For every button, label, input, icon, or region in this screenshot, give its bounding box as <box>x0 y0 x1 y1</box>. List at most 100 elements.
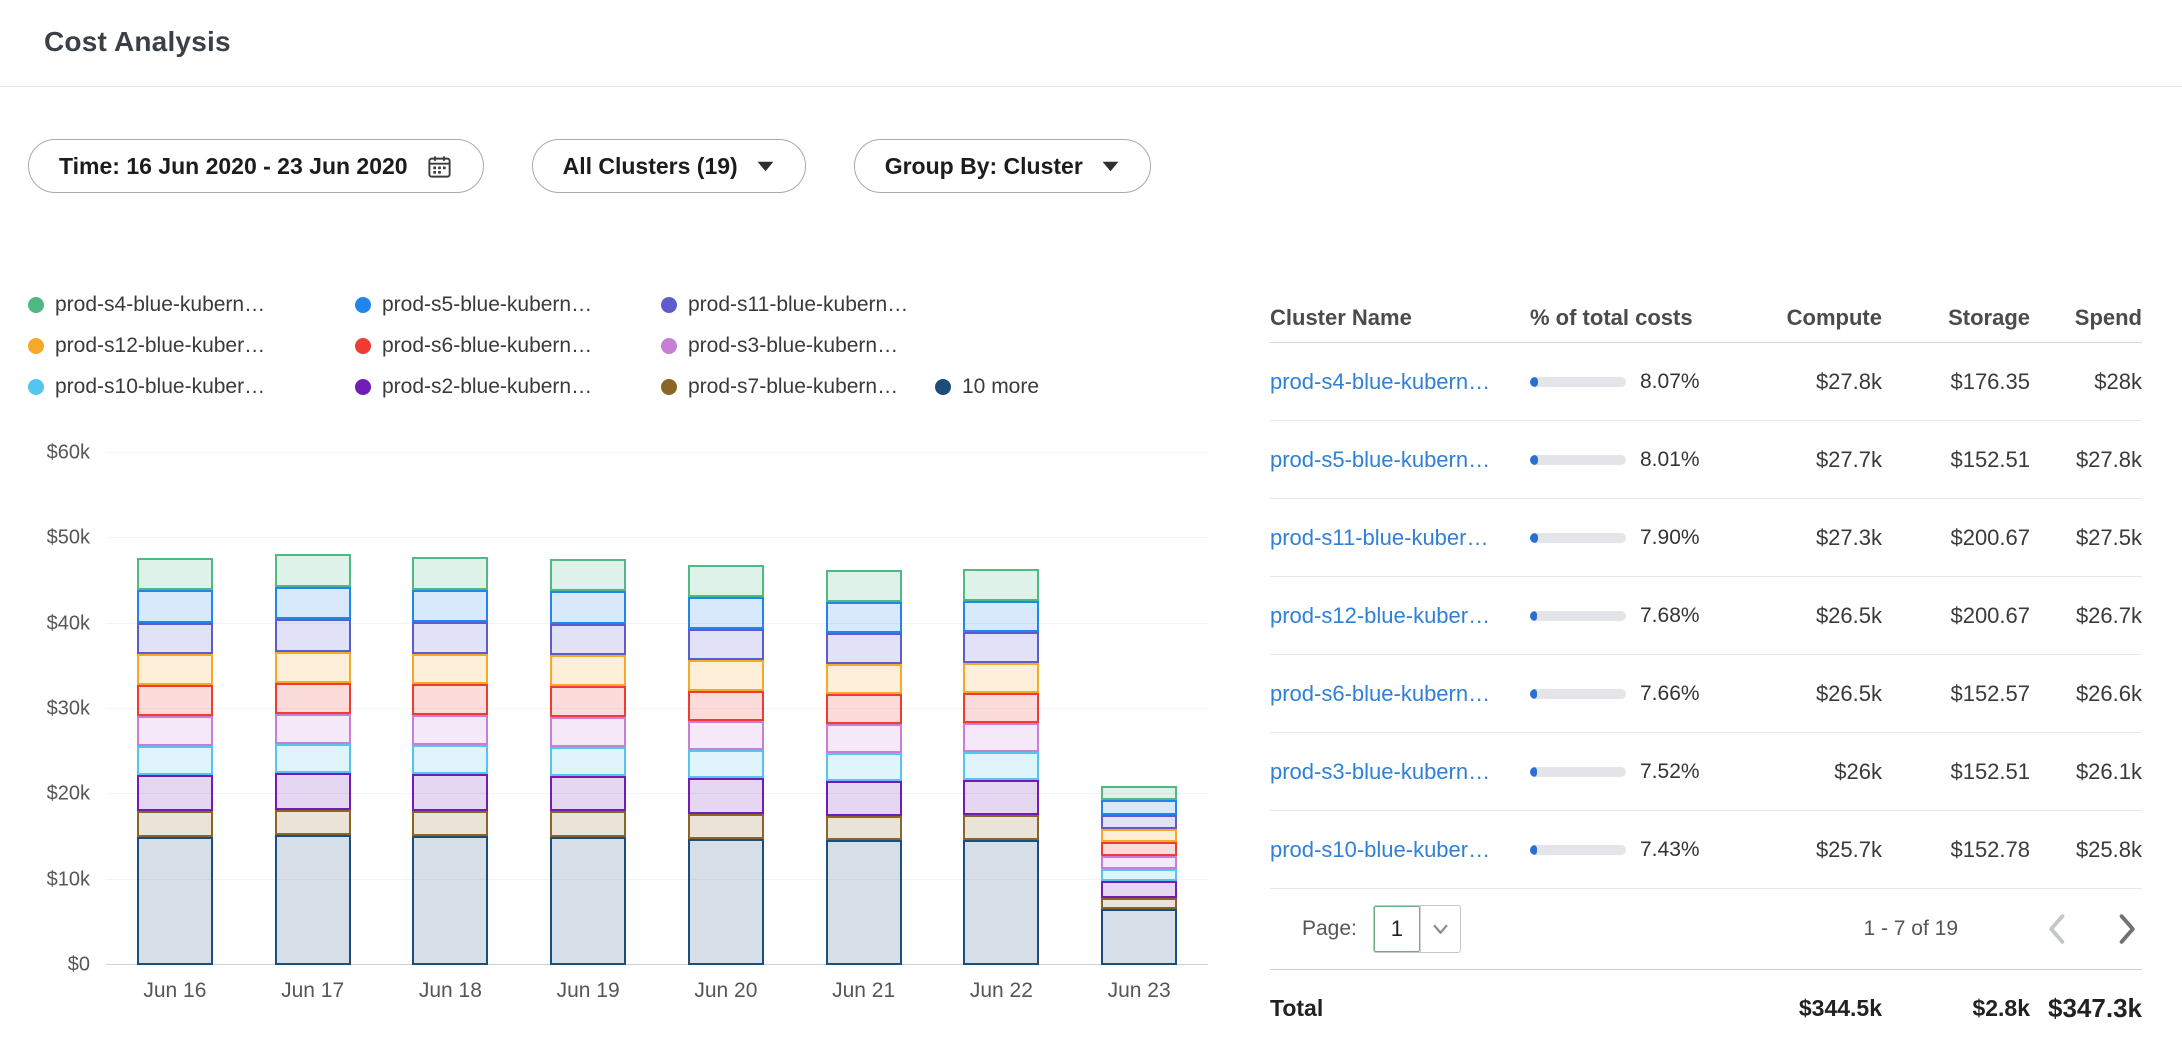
bar-segment <box>412 557 488 589</box>
chart-bars <box>106 453 1208 965</box>
bar-segment <box>963 663 1039 693</box>
bar-segment <box>688 597 764 629</box>
y-tick-label: $60k <box>47 442 90 465</box>
compute-value: $27.7k <box>1776 447 1882 473</box>
bar-jun-18[interactable] <box>382 453 520 965</box>
bar-segment <box>412 745 488 774</box>
table-row[interactable]: prod-s10-blue-kuber… 7.43% $25.7k $152.7… <box>1270 811 2142 889</box>
legend-label: prod-s10-blue-kuber… <box>55 375 265 399</box>
chart-section: prod-s4-blue-kubern… prod-s5-blue-kubern… <box>28 293 1208 1047</box>
column-header-pct: % of total costs <box>1530 305 1776 331</box>
clusters-filter-label: All Clusters (19) <box>563 153 738 180</box>
legend-label: prod-s7-blue-kubern… <box>688 375 898 399</box>
bar-segment <box>826 570 902 602</box>
cluster-link[interactable]: prod-s3-blue-kubern… <box>1270 759 1530 785</box>
legend-swatch <box>28 379 44 395</box>
pct-value: 7.68% <box>1640 604 1700 628</box>
bar-jun-21[interactable] <box>795 453 933 965</box>
bar-segment <box>550 811 626 837</box>
legend-item[interactable]: prod-s2-blue-kubern… <box>355 375 661 399</box>
bar-segment <box>1101 856 1177 869</box>
bar-segment <box>1101 869 1177 882</box>
pct-bar-fill <box>1530 377 1538 387</box>
legend-item[interactable]: prod-s10-blue-kuber… <box>28 375 355 399</box>
pct-value: 7.52% <box>1640 760 1700 784</box>
legend-item[interactable]: prod-s6-blue-kubern… <box>355 334 661 358</box>
bar-segment <box>137 685 213 716</box>
bar-segment <box>275 587 351 619</box>
filter-bar: Time: 16 Jun 2020 - 23 Jun 2020 <box>28 139 2182 193</box>
table-total-row: Total $344.5k $2.8k $347.3k <box>1270 969 2142 1047</box>
bar-segment <box>550 686 626 717</box>
bar-segment <box>1101 842 1177 856</box>
storage-value: $176.35 <box>1882 369 2030 395</box>
cluster-link[interactable]: prod-s4-blue-kubern… <box>1270 369 1530 395</box>
legend-label: prod-s5-blue-kubern… <box>382 293 592 317</box>
bar-jun-16[interactable] <box>106 453 244 965</box>
x-tick-label: Jun 23 <box>1070 979 1208 1003</box>
legend-label: prod-s6-blue-kubern… <box>382 334 592 358</box>
cluster-link[interactable]: prod-s10-blue-kuber… <box>1270 837 1530 863</box>
page: Cost Analysis Time: 16 Jun 2020 - 23 Jun… <box>0 0 2182 1047</box>
calendar-icon <box>426 153 453 180</box>
legend-item[interactable]: prod-s5-blue-kubern… <box>355 293 661 317</box>
table-row[interactable]: prod-s5-blue-kubern… 8.01% $27.7k $152.5… <box>1270 421 2142 499</box>
legend-item[interactable]: prod-s12-blue-kuber… <box>28 334 355 358</box>
page-select[interactable]: 1 <box>1373 905 1461 953</box>
legend-label: prod-s4-blue-kubern… <box>55 293 265 317</box>
previous-page-button[interactable] <box>2046 913 2066 945</box>
legend-label: prod-s11-blue-kubern… <box>688 293 908 317</box>
total-label: Total <box>1270 995 1530 1022</box>
cluster-link[interactable]: prod-s12-blue-kuber… <box>1270 603 1530 629</box>
bar-jun-19[interactable] <box>519 453 657 965</box>
bar-jun-22[interactable] <box>933 453 1071 965</box>
legend-item[interactable]: prod-s4-blue-kubern… <box>28 293 355 317</box>
legend-item[interactable]: prod-s3-blue-kubern… <box>661 334 935 358</box>
total-spend: $347.3k <box>2030 993 2142 1024</box>
bar-segment <box>1101 800 1177 815</box>
legend-item-more[interactable]: 10 more <box>935 375 1039 399</box>
bar-segment <box>1101 909 1177 965</box>
spend-value: $26.1k <box>2030 759 2142 785</box>
pct-bar <box>1530 377 1626 387</box>
table-row[interactable]: prod-s12-blue-kuber… 7.68% $26.5k $200.6… <box>1270 577 2142 655</box>
legend-row: prod-s12-blue-kuber… prod-s6-blue-kubern… <box>28 334 1208 358</box>
storage-value: $152.78 <box>1882 837 2030 863</box>
pct-bar <box>1530 455 1626 465</box>
x-tick-label: Jun 16 <box>106 979 244 1003</box>
pct-value: 7.43% <box>1640 838 1700 862</box>
bar-segment <box>412 715 488 745</box>
bar-jun-23[interactable] <box>1070 453 1208 965</box>
time-range-filter[interactable]: Time: 16 Jun 2020 - 23 Jun 2020 <box>28 139 484 193</box>
bar-segment <box>137 837 213 965</box>
bar-segment <box>826 724 902 753</box>
legend-label: prod-s2-blue-kubern… <box>382 375 592 399</box>
legend-item[interactable]: prod-s11-blue-kubern… <box>661 293 935 317</box>
pct-value: 8.01% <box>1640 448 1700 472</box>
total-compute: $344.5k <box>1776 995 1882 1022</box>
next-page-button[interactable] <box>2118 913 2138 945</box>
legend-item[interactable]: prod-s7-blue-kubern… <box>661 375 935 399</box>
table-row[interactable]: prod-s4-blue-kubern… 8.07% $27.8k $176.3… <box>1270 343 2142 421</box>
bar-segment <box>826 781 902 816</box>
table-row[interactable]: prod-s3-blue-kubern… 7.52% $26k $152.51 … <box>1270 733 2142 811</box>
pct-value: 7.66% <box>1640 682 1700 706</box>
cluster-link[interactable]: prod-s11-blue-kuber… <box>1270 525 1530 551</box>
cluster-link[interactable]: prod-s6-blue-kubern… <box>1270 681 1530 707</box>
clusters-filter[interactable]: All Clusters (19) <box>532 139 806 193</box>
cluster-link[interactable]: prod-s5-blue-kubern… <box>1270 447 1530 473</box>
bar-jun-17[interactable] <box>244 453 382 965</box>
bar-segment <box>963 752 1039 780</box>
chart-legend: prod-s4-blue-kubern… prod-s5-blue-kubern… <box>28 293 1208 399</box>
group-by-filter[interactable]: Group By: Cluster <box>854 139 1151 193</box>
table-row[interactable]: prod-s11-blue-kuber… 7.90% $27.3k $200.6… <box>1270 499 2142 577</box>
storage-value: $200.67 <box>1882 603 2030 629</box>
table-row[interactable]: prod-s6-blue-kubern… 7.66% $26.5k $152.5… <box>1270 655 2142 733</box>
chevron-down-icon <box>1101 160 1120 173</box>
chevron-down-icon <box>756 160 775 173</box>
bar-segment <box>1101 829 1177 843</box>
bar-segment <box>963 569 1039 601</box>
compute-value: $27.8k <box>1776 369 1882 395</box>
bar-jun-20[interactable] <box>657 453 795 965</box>
bar-segment <box>826 602 902 634</box>
